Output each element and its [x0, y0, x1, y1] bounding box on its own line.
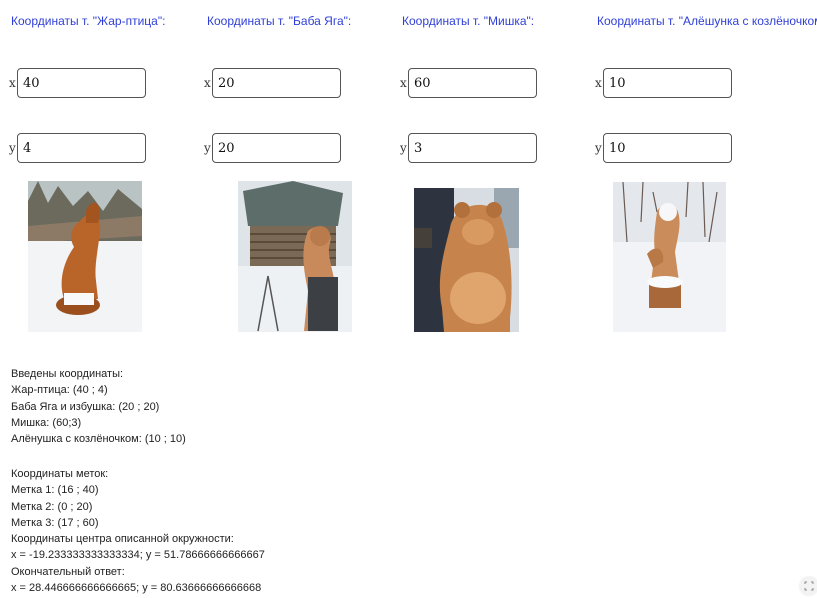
- y-row-baba-yaga: y: [204, 133, 341, 163]
- y-row-bear: y: [400, 133, 537, 163]
- entered-coordinates-block: Введены координаты: Жар-птица: (40 ; 4) …: [11, 366, 186, 447]
- y-row-alyonushka: y: [595, 133, 732, 163]
- entered-line: Мишка: (60;3): [11, 416, 82, 429]
- marks-heading: Координаты меток:: [11, 468, 109, 480]
- y-label: y: [595, 141, 602, 155]
- x-row-baba-yaga: x: [204, 68, 341, 98]
- results-block: Координаты меток: Метка 1: (16 ; 40) Мет…: [11, 466, 265, 596]
- y-input-baba-yaga[interactable]: [212, 133, 341, 163]
- y-label: y: [204, 141, 211, 155]
- x-label: x: [595, 76, 602, 90]
- x-label: x: [400, 76, 407, 90]
- mark-line: Метка 1: (16 ; 40): [11, 484, 99, 497]
- mark-line: Метка 3: (17 ; 60): [11, 516, 99, 529]
- x-input-alyonushka[interactable]: [603, 68, 732, 98]
- bear-photo: [414, 188, 519, 332]
- entered-line: Жар-птица: (40 ; 4): [11, 384, 108, 397]
- title-alyonushka: Координаты т. "Алёшунка с козлёночком":: [597, 14, 817, 28]
- entered-heading: Введены координаты:: [11, 368, 124, 380]
- y-label: y: [400, 141, 407, 155]
- title-bear: Координаты т. "Мишка":: [402, 14, 535, 28]
- x-row-bear: x: [400, 68, 537, 98]
- x-row-firebird: x: [9, 68, 146, 98]
- entered-line: Алёнушка с козлёночком: (10 ; 10): [11, 433, 186, 446]
- center-heading: Координаты центра описанной окружности:: [11, 533, 234, 546]
- title-baba-yaga: Координаты т. "Баба Яга":: [207, 14, 352, 28]
- firebird-photo: [28, 181, 142, 332]
- y-input-bear[interactable]: [408, 133, 537, 163]
- mark-line: Метка 2: (0 ; 20): [11, 500, 93, 513]
- baba-yaga-photo: [238, 181, 352, 332]
- y-input-alyonushka[interactable]: [603, 133, 732, 163]
- center-value: x = -19.233333333333334; y = 51.78666666…: [11, 549, 265, 562]
- x-label: x: [9, 76, 16, 90]
- y-label: y: [9, 141, 16, 155]
- title-firebird: Координаты т. "Жар-птица":: [11, 14, 166, 28]
- y-input-firebird[interactable]: [17, 133, 146, 163]
- y-row-firebird: y: [9, 133, 146, 163]
- x-row-alyonushka: x: [595, 68, 732, 98]
- entered-line: Баба Яга и избушка: (20 ; 20): [11, 400, 160, 413]
- x-input-baba-yaga[interactable]: [212, 68, 341, 98]
- alyonushka-photo: [613, 182, 726, 332]
- answer-value: x = 28.446666666666665; y = 80.636666666…: [11, 582, 262, 595]
- x-label: x: [204, 76, 211, 90]
- x-input-bear[interactable]: [408, 68, 537, 98]
- x-input-firebird[interactable]: [17, 68, 146, 98]
- answer-heading: Окончательный ответ:: [11, 565, 125, 578]
- fullscreen-icon[interactable]: [800, 577, 817, 595]
